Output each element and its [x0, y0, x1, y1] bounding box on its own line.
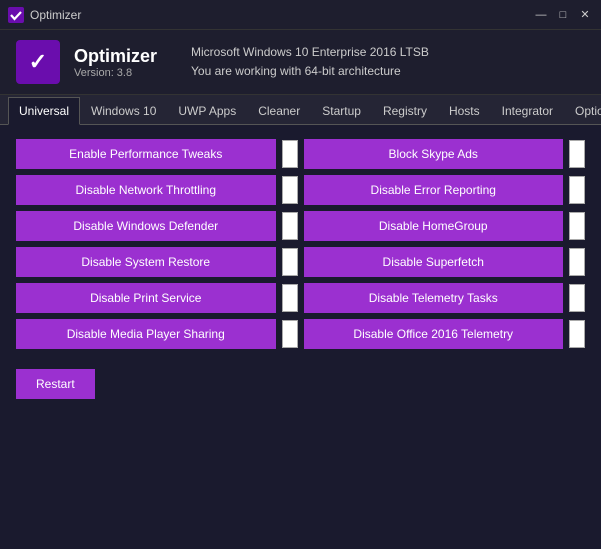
indicator-2-right	[569, 176, 585, 204]
indicator-3-left	[282, 212, 298, 240]
disable-error-reporting-button[interactable]: Disable Error Reporting	[304, 175, 564, 205]
maximize-button[interactable]: □	[555, 7, 571, 23]
disable-system-restore-button[interactable]: Disable System Restore	[16, 247, 276, 277]
tab-registry[interactable]: Registry	[372, 97, 438, 125]
app-desc: Microsoft Windows 10 Enterprise 2016 LTS…	[191, 43, 429, 81]
tab-hosts[interactable]: Hosts	[438, 97, 491, 125]
titlebar-left: Optimizer	[8, 7, 81, 23]
disable-print-service-button[interactable]: Disable Print Service	[16, 283, 276, 313]
app-desc-line2: You are working with 64-bit architecture	[191, 62, 429, 81]
btn-row-4-right: Disable Superfetch	[304, 247, 586, 277]
indicator-5-left	[282, 284, 298, 312]
btn-row-6-left: Disable Media Player Sharing	[16, 319, 298, 349]
indicator-1-right	[569, 140, 585, 168]
main-content: Enable Performance Tweaks Block Skype Ad…	[0, 125, 601, 413]
app-desc-line1: Microsoft Windows 10 Enterprise 2016 LTS…	[191, 43, 429, 62]
app-version: Version: 3.8	[74, 67, 157, 79]
btn-row-5-left: Disable Print Service	[16, 283, 298, 313]
app-header: ✓ Optimizer Version: 3.8 Microsoft Windo…	[0, 30, 601, 95]
btn-row-2-left: Disable Network Throttling	[16, 175, 298, 205]
tab-uwp[interactable]: UWP Apps	[167, 97, 247, 125]
btn-row-6-right: Disable Office 2016 Telemetry	[304, 319, 586, 349]
restart-button[interactable]: Restart	[16, 369, 95, 399]
tab-integrator[interactable]: Integrator	[491, 97, 564, 125]
btn-row-1-right: Block Skype Ads	[304, 139, 586, 169]
btn-row-2-right: Disable Error Reporting	[304, 175, 586, 205]
enable-performance-tweaks-button[interactable]: Enable Performance Tweaks	[16, 139, 276, 169]
tab-universal[interactable]: Universal	[8, 97, 80, 125]
indicator-6-right	[569, 320, 585, 348]
tab-startup[interactable]: Startup	[311, 97, 372, 125]
indicator-3-right	[569, 212, 585, 240]
titlebar-title: Optimizer	[30, 8, 81, 22]
disable-telemetry-tasks-button[interactable]: Disable Telemetry Tasks	[304, 283, 564, 313]
tab-cleaner[interactable]: Cleaner	[247, 97, 311, 125]
button-grid: Enable Performance Tweaks Block Skype Ad…	[16, 139, 585, 349]
disable-superfetch-button[interactable]: Disable Superfetch	[304, 247, 564, 277]
block-skype-ads-button[interactable]: Block Skype Ads	[304, 139, 564, 169]
titlebar: Optimizer — □ ✕	[0, 0, 601, 30]
titlebar-controls: — □ ✕	[533, 7, 593, 23]
tab-options[interactable]: Options	[564, 97, 601, 125]
btn-row-3-right: Disable HomeGroup	[304, 211, 586, 241]
btn-row-1-left: Enable Performance Tweaks	[16, 139, 298, 169]
indicator-2-left	[282, 176, 298, 204]
btn-row-5-right: Disable Telemetry Tasks	[304, 283, 586, 313]
indicator-1-left	[282, 140, 298, 168]
indicator-4-left	[282, 248, 298, 276]
app-logo: ✓	[16, 40, 60, 84]
app-name: Optimizer	[74, 46, 157, 67]
tab-windows10[interactable]: Windows 10	[80, 97, 167, 125]
close-button[interactable]: ✕	[577, 7, 593, 23]
tabs-bar: Universal Windows 10 UWP Apps Cleaner St…	[0, 95, 601, 125]
btn-row-4-left: Disable System Restore	[16, 247, 298, 277]
disable-windows-defender-button[interactable]: Disable Windows Defender	[16, 211, 276, 241]
disable-homegroup-button[interactable]: Disable HomeGroup	[304, 211, 564, 241]
disable-office-2016-telemetry-button[interactable]: Disable Office 2016 Telemetry	[304, 319, 564, 349]
btn-row-3-left: Disable Windows Defender	[16, 211, 298, 241]
checkmark-icon: ✓	[29, 49, 47, 75]
indicator-6-left	[282, 320, 298, 348]
indicator-5-right	[569, 284, 585, 312]
minimize-button[interactable]: —	[533, 7, 549, 23]
disable-media-player-sharing-button[interactable]: Disable Media Player Sharing	[16, 319, 276, 349]
disable-network-throttling-button[interactable]: Disable Network Throttling	[16, 175, 276, 205]
titlebar-app-icon	[8, 7, 24, 23]
indicator-4-right	[569, 248, 585, 276]
app-info: Optimizer Version: 3.8	[74, 46, 157, 79]
